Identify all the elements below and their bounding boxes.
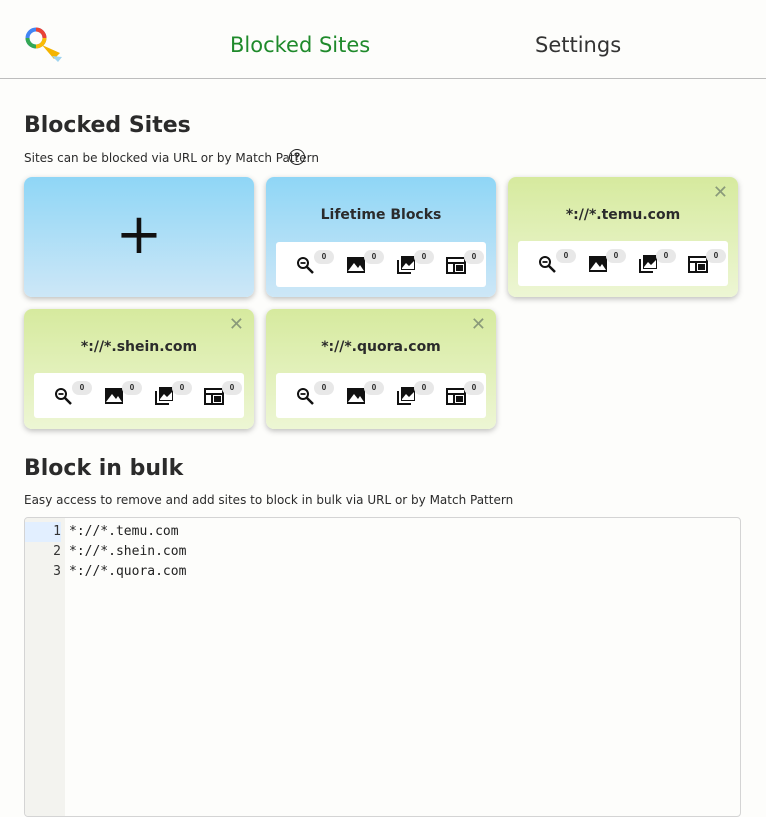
image-library-stat: 0 xyxy=(396,250,434,280)
search-blocked-stat: 0 xyxy=(296,381,334,411)
image-blocked-icon xyxy=(347,388,365,404)
image-blocked-icon xyxy=(589,256,607,272)
card-stats: 0 0 0 0 xyxy=(276,242,486,287)
image-blocked-stat: 0 xyxy=(346,250,384,280)
image-library-stat: 0 xyxy=(396,381,434,411)
video-frame-icon xyxy=(446,257,466,274)
add-site-button[interactable]: + xyxy=(24,177,254,297)
count-badge: 0 xyxy=(364,250,384,264)
card-stats: 0 0 0 0 xyxy=(34,373,244,418)
image-library-stat: 0 xyxy=(638,249,676,279)
video-frame-icon xyxy=(688,256,708,273)
card-stats: 0 0 0 0 xyxy=(276,373,486,418)
card-stats: 0 0 0 0 xyxy=(518,241,728,286)
video-frame-stat: 0 xyxy=(446,250,484,280)
image-library-stat: 0 xyxy=(154,381,192,411)
search-blocked-icon xyxy=(55,388,72,405)
count-badge: 0 xyxy=(656,249,676,263)
blocked-site-card[interactable]: ✕ *://*.temu.com 0 0 0 0 xyxy=(508,177,738,297)
image-library-icon xyxy=(155,387,173,405)
line-number: 3 xyxy=(53,564,61,579)
video-frame-icon xyxy=(446,388,466,405)
close-icon[interactable]: ✕ xyxy=(471,314,486,335)
line-text[interactable]: *://*.shein.com xyxy=(69,542,186,562)
video-frame-icon xyxy=(204,388,224,405)
search-blocked-icon xyxy=(539,256,556,273)
editor-line[interactable]: 3 *://*.quora.com xyxy=(25,562,740,582)
image-blocked-icon xyxy=(105,388,123,404)
image-blocked-stat: 0 xyxy=(104,381,142,411)
image-library-icon xyxy=(639,255,657,273)
search-blocked-stat: 0 xyxy=(54,381,92,411)
search-blocked-stat: 0 xyxy=(538,249,576,279)
count-badge: 0 xyxy=(314,250,334,264)
video-frame-stat: 0 xyxy=(688,249,726,279)
count-badge: 0 xyxy=(606,249,626,263)
close-icon[interactable]: ✕ xyxy=(229,314,244,335)
count-badge: 0 xyxy=(414,381,434,395)
tab-blocked-sites[interactable]: Blocked Sites xyxy=(230,33,370,57)
line-number: 2 xyxy=(53,544,61,559)
count-badge: 0 xyxy=(172,381,192,395)
image-blocked-icon xyxy=(347,257,365,273)
video-frame-stat: 0 xyxy=(446,381,484,411)
close-icon[interactable]: ✕ xyxy=(713,182,728,203)
card-title: *://*.quora.com xyxy=(321,339,441,355)
count-badge: 0 xyxy=(222,381,242,395)
line-text[interactable]: *://*.quora.com xyxy=(69,562,186,582)
app-logo-icon xyxy=(24,26,66,66)
image-library-icon xyxy=(397,387,415,405)
blocked-sites-subtitle: Sites can be blocked via URL or by Match… xyxy=(24,151,319,165)
image-library-icon xyxy=(397,256,415,274)
image-blocked-stat: 0 xyxy=(588,249,626,279)
blocked-site-card[interactable]: ✕ *://*.quora.com 0 0 0 0 xyxy=(266,309,496,429)
line-number: 1 xyxy=(25,522,61,542)
count-badge: 0 xyxy=(556,249,576,263)
count-badge: 0 xyxy=(464,381,484,395)
bulk-heading: Block in bulk xyxy=(24,456,184,481)
card-title: *://*.shein.com xyxy=(80,339,198,355)
count-badge: 0 xyxy=(122,381,142,395)
blocked-sites-heading: Blocked Sites xyxy=(24,113,191,138)
image-blocked-stat: 0 xyxy=(346,381,384,411)
count-badge: 0 xyxy=(364,381,384,395)
search-blocked-icon xyxy=(297,257,314,274)
count-badge: 0 xyxy=(464,250,484,264)
bulk-subtitle: Easy access to remove and add sites to b… xyxy=(24,493,514,507)
count-badge: 0 xyxy=(314,381,334,395)
count-badge: 0 xyxy=(414,250,434,264)
bulk-code-editor[interactable]: 1 *://*.temu.com 2 *://*.shein.com 3 *:/… xyxy=(24,517,741,817)
count-badge: 0 xyxy=(72,381,92,395)
plus-icon: + xyxy=(115,202,163,267)
tab-settings[interactable]: Settings xyxy=(535,33,621,57)
search-blocked-icon xyxy=(297,388,314,405)
help-icon[interactable]: ? xyxy=(289,149,305,165)
lifetime-blocks-card: Lifetime Blocks 0 0 0 0 xyxy=(266,177,496,297)
blocked-site-card[interactable]: ✕ *://*.shein.com 0 0 0 0 xyxy=(24,309,254,429)
top-nav: Blocked Sites Settings xyxy=(0,0,766,79)
video-frame-stat: 0 xyxy=(204,381,242,411)
editor-line[interactable]: 2 *://*.shein.com xyxy=(25,542,740,562)
search-blocked-stat: 0 xyxy=(296,250,334,280)
card-title: Lifetime Blocks xyxy=(320,207,442,223)
card-title: *://*.temu.com xyxy=(565,207,681,223)
count-badge: 0 xyxy=(706,249,726,263)
line-text[interactable]: *://*.temu.com xyxy=(69,522,179,542)
editor-line[interactable]: 1 *://*.temu.com xyxy=(25,522,740,542)
